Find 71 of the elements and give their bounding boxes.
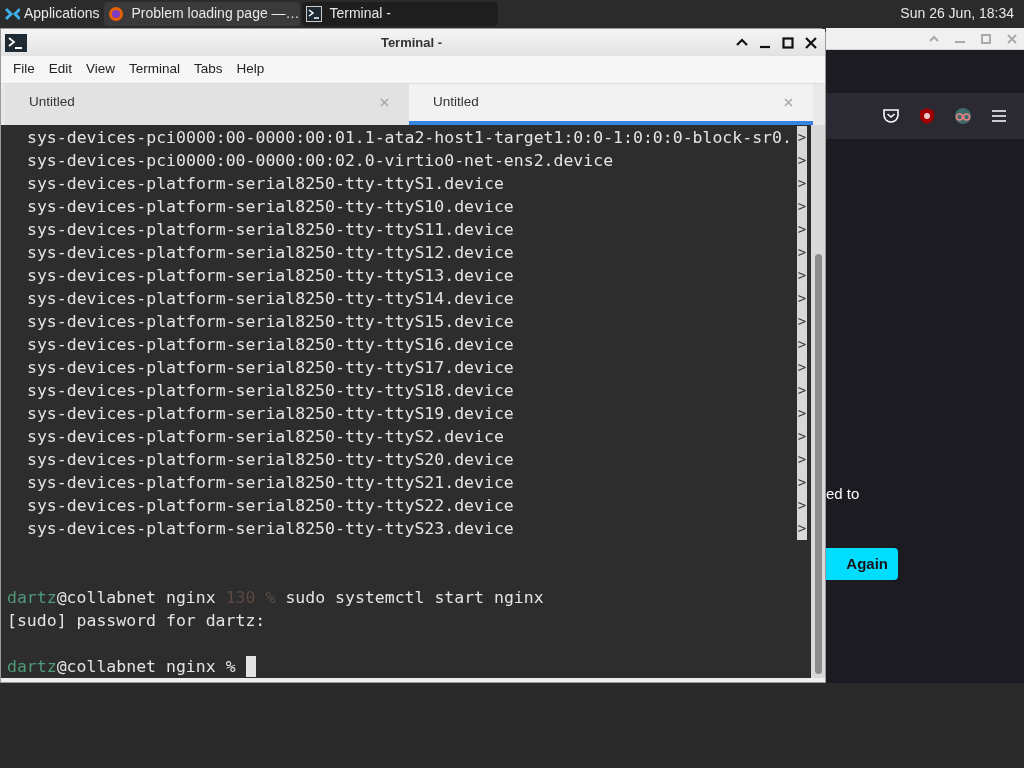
truncation-marker: > — [797, 287, 807, 310]
output-line: sys-devices-platform-serial8250-tty-ttyS22.device — [26, 495, 515, 517]
truncation-marker: > — [797, 379, 807, 402]
menu-item[interactable]: Terminal — [123, 59, 187, 80]
truncation-marker: > — [797, 126, 807, 149]
output-line: sys-devices-platform-serial8250-tty-ttyS10.device — [26, 196, 515, 218]
truncation-marker: > — [797, 494, 807, 517]
try-again-button[interactable]: Again — [826, 548, 898, 580]
menu-item[interactable]: Edit — [42, 59, 79, 80]
menu-item[interactable]: Help — [230, 59, 271, 80]
close-icon[interactable] — [805, 36, 817, 49]
command-text: sudo systemctl start nginx — [285, 587, 544, 609]
truncation-marker: > — [797, 195, 807, 218]
output-line: sys-devices-platform-serial8250-tty-ttyS1.device — [26, 173, 505, 195]
scrollbar-thumb[interactable] — [814, 254, 822, 674]
menu-item[interactable]: View — [80, 59, 122, 80]
truncation-marker: > — [797, 425, 807, 448]
error-message: ed to — [826, 484, 860, 504]
output-line: sys-devices-platform-serial8250-tty-ttyS16.device — [26, 334, 515, 356]
glasses-icon[interactable] — [954, 107, 972, 125]
window-title: Terminal - — [379, 33, 444, 52]
truncation-marker: > — [797, 517, 807, 540]
tab[interactable]: Untitled — [409, 84, 813, 125]
terminal-icon — [305, 5, 322, 22]
shield-icon[interactable] — [918, 107, 936, 125]
prompt-user: dartz — [7, 656, 57, 678]
prompt-host: @collabnet nginx — [56, 587, 216, 609]
browser-icon — [107, 5, 124, 22]
truncation-marker: > — [797, 218, 807, 241]
prompt-host: @collabnet nginx — [56, 656, 216, 678]
taskbar-button[interactable]: Problem loading page —… — [103, 1, 300, 26]
truncation-marker: > — [797, 448, 807, 471]
clock: Sun 26 Jun, 18:34 — [900, 4, 1015, 23]
prompt-user: dartz — [7, 587, 57, 609]
output-line: [sudo] password for dartz: — [7, 610, 266, 632]
output-line: sys-devices-platform-serial8250-tty-ttyS23.device — [26, 518, 515, 540]
truncation-marker: > — [797, 356, 807, 379]
output-line: sys-devices-platform-serial8250-tty-ttyS18.device — [26, 380, 515, 402]
truncation-marker: > — [797, 471, 807, 494]
truncation-marker: > — [797, 241, 807, 264]
truncation-marker: > — [797, 172, 807, 195]
prompt-symbol: % — [265, 587, 276, 609]
scrollbar[interactable] — [811, 125, 825, 678]
output-line: sys-devices-platform-serial8250-tty-ttyS15.device — [26, 311, 515, 333]
truncation-marker: > — [797, 149, 807, 172]
output-line: sys-devices-pci0000:00-0000:00:02.0-virtio0-net-ens2.device — [26, 150, 615, 172]
output-line: sys-devices-platform-serial8250-tty-ttyS2.device — [26, 426, 505, 448]
output-line: sys-devices-platform-serial8250-tty-ttyS21.device — [26, 472, 515, 494]
applications-menu[interactable]: Applications — [4, 0, 100, 27]
truncation-marker: > — [797, 264, 807, 287]
output-line: sys-devices-platform-serial8250-tty-ttyS13.device — [26, 265, 515, 287]
menu-item[interactable]: File — [7, 59, 41, 80]
output-line: sys-devices-platform-serial8250-tty-ttyS17.device — [26, 357, 515, 379]
tab[interactable]: Untitled — [5, 84, 409, 125]
truncation-marker: > — [797, 333, 807, 356]
truncation-marker: > — [797, 402, 807, 425]
terminal-icon — [5, 33, 27, 52]
pocket-icon[interactable] — [882, 107, 900, 125]
output-line: sys-devices-platform-serial8250-tty-ttyS20.device — [26, 449, 515, 471]
output-line: sys-devices-pci0000:00-0000:00:01.1-ata2-host1-target1:0:0-1:0:0:0-block-sr0. — [26, 127, 793, 149]
output-line: sys-devices-platform-serial8250-tty-ttyS14.device — [26, 288, 515, 310]
taskbar-button[interactable]: Terminal - — [301, 1, 498, 26]
menu-item[interactable]: Tabs — [188, 59, 229, 80]
output-line: sys-devices-platform-serial8250-tty-ttyS19.device — [26, 403, 515, 425]
app-menu-icon — [4, 6, 20, 21]
prompt-symbol: % — [225, 656, 236, 678]
output-line: sys-devices-platform-serial8250-tty-ttyS11.device — [26, 219, 515, 241]
maximize-icon[interactable] — [782, 36, 794, 49]
truncation-marker: > — [797, 310, 807, 333]
menu-icon[interactable] — [990, 107, 1008, 125]
output-line: sys-devices-platform-serial8250-tty-ttyS12.device — [26, 242, 515, 264]
